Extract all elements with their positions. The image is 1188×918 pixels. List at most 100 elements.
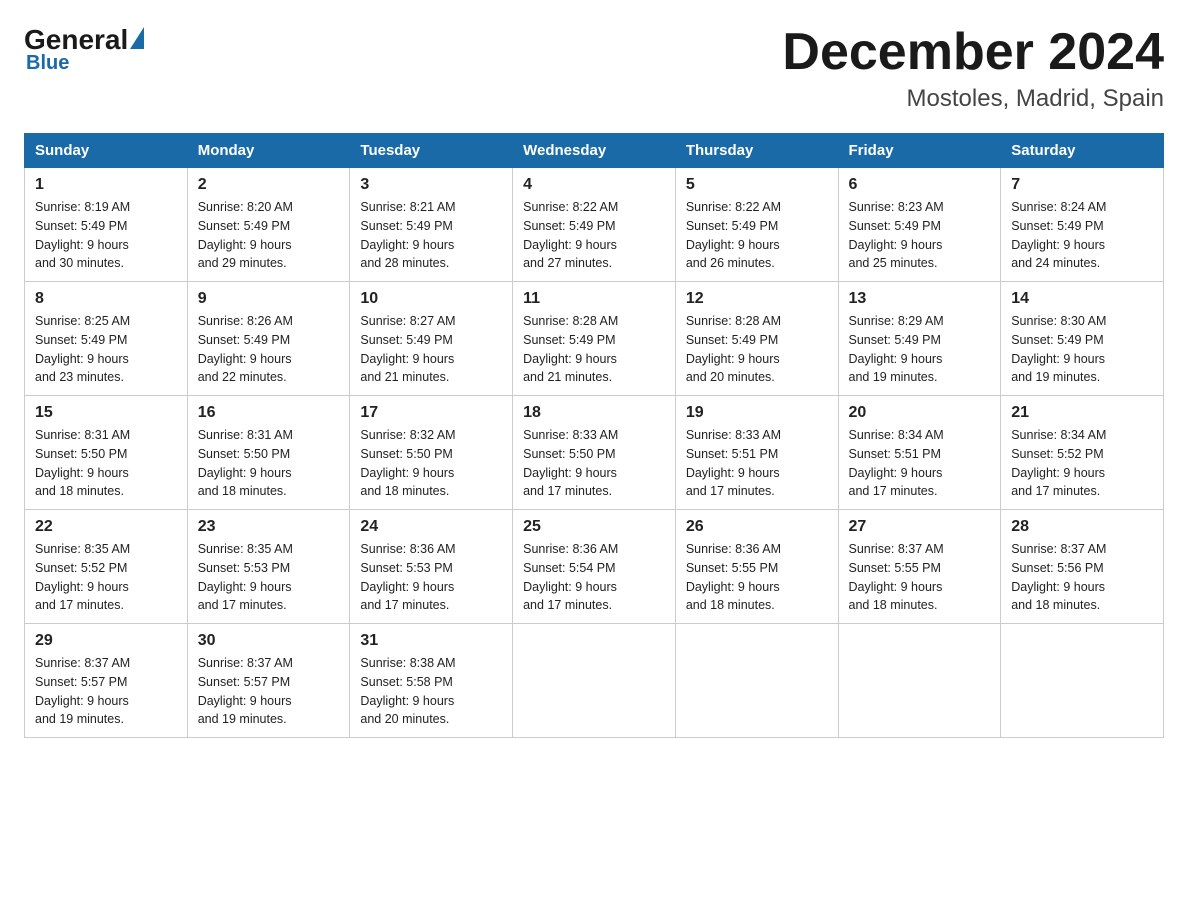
day-number: 28 — [1011, 518, 1153, 536]
calendar-cell: 8 Sunrise: 8:25 AM Sunset: 5:49 PM Dayli… — [25, 282, 188, 396]
day-info: Sunrise: 8:28 AM Sunset: 5:49 PM Dayligh… — [523, 312, 665, 387]
calendar-cell: 23 Sunrise: 8:35 AM Sunset: 5:53 PM Dayl… — [187, 510, 350, 624]
calendar-cell: 9 Sunrise: 8:26 AM Sunset: 5:49 PM Dayli… — [187, 282, 350, 396]
day-info: Sunrise: 8:37 AM Sunset: 5:57 PM Dayligh… — [35, 654, 177, 729]
day-number: 23 — [198, 518, 340, 536]
calendar-cell: 10 Sunrise: 8:27 AM Sunset: 5:49 PM Dayl… — [350, 282, 513, 396]
header-friday: Friday — [838, 134, 1001, 168]
calendar-week-2: 8 Sunrise: 8:25 AM Sunset: 5:49 PM Dayli… — [25, 282, 1164, 396]
day-number: 3 — [360, 176, 502, 194]
day-info: Sunrise: 8:31 AM Sunset: 5:50 PM Dayligh… — [198, 426, 340, 501]
day-number: 31 — [360, 632, 502, 650]
day-info: Sunrise: 8:38 AM Sunset: 5:58 PM Dayligh… — [360, 654, 502, 729]
calendar-cell: 20 Sunrise: 8:34 AM Sunset: 5:51 PM Dayl… — [838, 396, 1001, 510]
calendar-week-5: 29 Sunrise: 8:37 AM Sunset: 5:57 PM Dayl… — [25, 624, 1164, 738]
calendar-cell: 14 Sunrise: 8:30 AM Sunset: 5:49 PM Dayl… — [1001, 282, 1164, 396]
logo-blue-text: Blue — [26, 52, 69, 75]
calendar-cell: 18 Sunrise: 8:33 AM Sunset: 5:50 PM Dayl… — [513, 396, 676, 510]
location-title: Mostoles, Madrid, Spain — [782, 85, 1164, 113]
calendar-header-row: SundayMondayTuesdayWednesdayThursdayFrid… — [25, 134, 1164, 168]
day-info: Sunrise: 8:36 AM Sunset: 5:54 PM Dayligh… — [523, 540, 665, 615]
day-info: Sunrise: 8:30 AM Sunset: 5:49 PM Dayligh… — [1011, 312, 1153, 387]
calendar-week-1: 1 Sunrise: 8:19 AM Sunset: 5:49 PM Dayli… — [25, 168, 1164, 282]
day-number: 21 — [1011, 404, 1153, 422]
day-number: 4 — [523, 176, 665, 194]
header-saturday: Saturday — [1001, 134, 1164, 168]
calendar-cell: 29 Sunrise: 8:37 AM Sunset: 5:57 PM Dayl… — [25, 624, 188, 738]
calendar-cell: 4 Sunrise: 8:22 AM Sunset: 5:49 PM Dayli… — [513, 168, 676, 282]
day-number: 12 — [686, 290, 828, 308]
calendar-cell: 16 Sunrise: 8:31 AM Sunset: 5:50 PM Dayl… — [187, 396, 350, 510]
day-info: Sunrise: 8:35 AM Sunset: 5:52 PM Dayligh… — [35, 540, 177, 615]
page-header: General Blue December 2024 Mostoles, Mad… — [24, 24, 1164, 113]
header-thursday: Thursday — [675, 134, 838, 168]
logo-arrow-icon — [130, 27, 144, 49]
day-number: 13 — [849, 290, 991, 308]
day-info: Sunrise: 8:20 AM Sunset: 5:49 PM Dayligh… — [198, 198, 340, 273]
day-number: 30 — [198, 632, 340, 650]
calendar-cell — [513, 624, 676, 738]
day-number: 29 — [35, 632, 177, 650]
calendar-cell: 5 Sunrise: 8:22 AM Sunset: 5:49 PM Dayli… — [675, 168, 838, 282]
day-info: Sunrise: 8:33 AM Sunset: 5:50 PM Dayligh… — [523, 426, 665, 501]
day-info: Sunrise: 8:37 AM Sunset: 5:57 PM Dayligh… — [198, 654, 340, 729]
day-number: 2 — [198, 176, 340, 194]
month-title: December 2024 — [782, 24, 1164, 81]
calendar-cell: 19 Sunrise: 8:33 AM Sunset: 5:51 PM Dayl… — [675, 396, 838, 510]
day-number: 16 — [198, 404, 340, 422]
day-number: 24 — [360, 518, 502, 536]
day-number: 15 — [35, 404, 177, 422]
calendar-cell: 7 Sunrise: 8:24 AM Sunset: 5:49 PM Dayli… — [1001, 168, 1164, 282]
day-info: Sunrise: 8:37 AM Sunset: 5:55 PM Dayligh… — [849, 540, 991, 615]
logo: General Blue — [24, 24, 147, 75]
day-number: 5 — [686, 176, 828, 194]
day-number: 19 — [686, 404, 828, 422]
calendar-cell: 25 Sunrise: 8:36 AM Sunset: 5:54 PM Dayl… — [513, 510, 676, 624]
calendar-cell: 28 Sunrise: 8:37 AM Sunset: 5:56 PM Dayl… — [1001, 510, 1164, 624]
day-info: Sunrise: 8:21 AM Sunset: 5:49 PM Dayligh… — [360, 198, 502, 273]
day-info: Sunrise: 8:35 AM Sunset: 5:53 PM Dayligh… — [198, 540, 340, 615]
header-tuesday: Tuesday — [350, 134, 513, 168]
day-number: 17 — [360, 404, 502, 422]
calendar-cell: 17 Sunrise: 8:32 AM Sunset: 5:50 PM Dayl… — [350, 396, 513, 510]
day-info: Sunrise: 8:19 AM Sunset: 5:49 PM Dayligh… — [35, 198, 177, 273]
calendar-cell: 13 Sunrise: 8:29 AM Sunset: 5:49 PM Dayl… — [838, 282, 1001, 396]
calendar-cell: 2 Sunrise: 8:20 AM Sunset: 5:49 PM Dayli… — [187, 168, 350, 282]
calendar-cell: 26 Sunrise: 8:36 AM Sunset: 5:55 PM Dayl… — [675, 510, 838, 624]
calendar-week-4: 22 Sunrise: 8:35 AM Sunset: 5:52 PM Dayl… — [25, 510, 1164, 624]
day-number: 11 — [523, 290, 665, 308]
calendar-cell: 11 Sunrise: 8:28 AM Sunset: 5:49 PM Dayl… — [513, 282, 676, 396]
calendar-cell: 24 Sunrise: 8:36 AM Sunset: 5:53 PM Dayl… — [350, 510, 513, 624]
calendar-cell — [1001, 624, 1164, 738]
day-info: Sunrise: 8:37 AM Sunset: 5:56 PM Dayligh… — [1011, 540, 1153, 615]
day-info: Sunrise: 8:36 AM Sunset: 5:55 PM Dayligh… — [686, 540, 828, 615]
day-info: Sunrise: 8:34 AM Sunset: 5:52 PM Dayligh… — [1011, 426, 1153, 501]
calendar-cell: 27 Sunrise: 8:37 AM Sunset: 5:55 PM Dayl… — [838, 510, 1001, 624]
calendar-cell: 30 Sunrise: 8:37 AM Sunset: 5:57 PM Dayl… — [187, 624, 350, 738]
day-number: 22 — [35, 518, 177, 536]
day-info: Sunrise: 8:33 AM Sunset: 5:51 PM Dayligh… — [686, 426, 828, 501]
day-info: Sunrise: 8:28 AM Sunset: 5:49 PM Dayligh… — [686, 312, 828, 387]
calendar-cell: 15 Sunrise: 8:31 AM Sunset: 5:50 PM Dayl… — [25, 396, 188, 510]
day-number: 10 — [360, 290, 502, 308]
day-info: Sunrise: 8:27 AM Sunset: 5:49 PM Dayligh… — [360, 312, 502, 387]
day-info: Sunrise: 8:25 AM Sunset: 5:49 PM Dayligh… — [35, 312, 177, 387]
calendar-cell — [675, 624, 838, 738]
day-number: 14 — [1011, 290, 1153, 308]
calendar-week-3: 15 Sunrise: 8:31 AM Sunset: 5:50 PM Dayl… — [25, 396, 1164, 510]
day-number: 6 — [849, 176, 991, 194]
header-monday: Monday — [187, 134, 350, 168]
calendar-cell: 3 Sunrise: 8:21 AM Sunset: 5:49 PM Dayli… — [350, 168, 513, 282]
calendar-cell: 1 Sunrise: 8:19 AM Sunset: 5:49 PM Dayli… — [25, 168, 188, 282]
day-info: Sunrise: 8:22 AM Sunset: 5:49 PM Dayligh… — [523, 198, 665, 273]
day-info: Sunrise: 8:24 AM Sunset: 5:49 PM Dayligh… — [1011, 198, 1153, 273]
day-number: 9 — [198, 290, 340, 308]
header-wednesday: Wednesday — [513, 134, 676, 168]
calendar-cell: 6 Sunrise: 8:23 AM Sunset: 5:49 PM Dayli… — [838, 168, 1001, 282]
day-number: 27 — [849, 518, 991, 536]
day-info: Sunrise: 8:22 AM Sunset: 5:49 PM Dayligh… — [686, 198, 828, 273]
calendar-cell: 22 Sunrise: 8:35 AM Sunset: 5:52 PM Dayl… — [25, 510, 188, 624]
calendar-cell: 12 Sunrise: 8:28 AM Sunset: 5:49 PM Dayl… — [675, 282, 838, 396]
calendar-cell: 31 Sunrise: 8:38 AM Sunset: 5:58 PM Dayl… — [350, 624, 513, 738]
day-info: Sunrise: 8:31 AM Sunset: 5:50 PM Dayligh… — [35, 426, 177, 501]
